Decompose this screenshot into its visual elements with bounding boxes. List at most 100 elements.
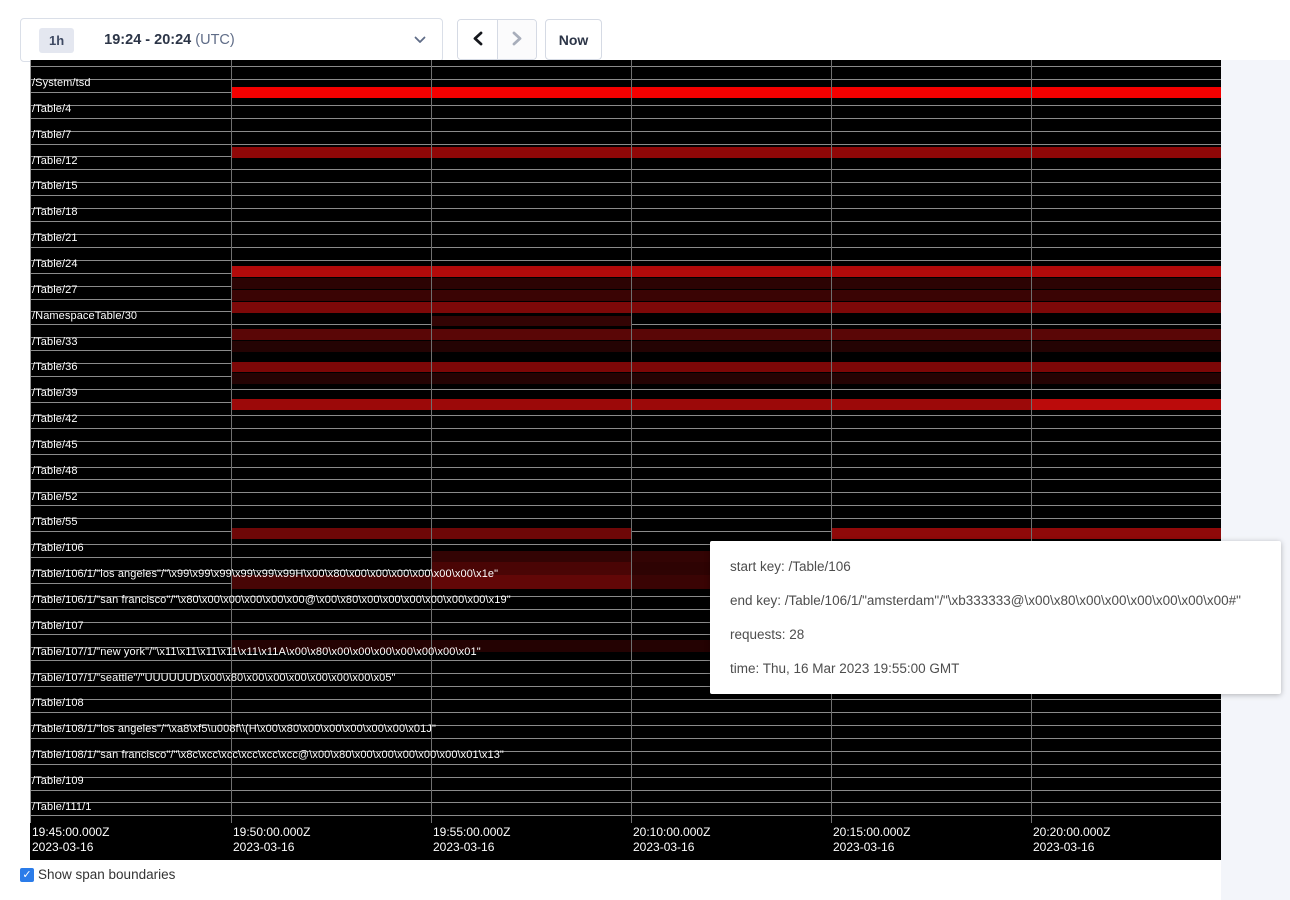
row-label: /Table/106 <box>32 542 84 554</box>
span-boundary-line <box>30 144 1221 145</box>
span-boundary-line <box>30 441 1221 442</box>
time-gridline <box>431 60 432 823</box>
row-label: /Table/7 <box>32 129 71 141</box>
span-boundary-line <box>30 79 1221 80</box>
span-boundary-line <box>30 479 1221 480</box>
span-boundary-line <box>30 428 1221 429</box>
chevron-right-icon <box>511 31 523 49</box>
span-boundaries-control: ✓ Show span boundaries <box>20 867 175 882</box>
row-label: /Table/107/1/"new york"/"\x11\x11\x11\x1… <box>32 646 481 658</box>
time-axis-tick: 19:55:00.000Z2023-03-16 <box>433 825 510 855</box>
span-boundary-line <box>30 712 1221 713</box>
row-label: /Table/21 <box>32 232 78 244</box>
span-boundary-line <box>30 764 1221 765</box>
heat-band <box>231 341 1221 352</box>
span-boundary-line <box>30 105 1221 106</box>
heat-band <box>431 551 720 562</box>
row-label: /Table/106/1/"los angeles"/"\x99\x99\x99… <box>32 568 498 580</box>
row-label: /Table/52 <box>32 491 78 503</box>
row-label: /Table/48 <box>32 465 78 477</box>
tick-time: 20:10:00.000Z <box>633 825 710 840</box>
row-label: /System/tsd <box>32 77 91 89</box>
time-axis-tick: 19:45:00.000Z2023-03-16 <box>32 825 109 855</box>
span-boundary-line <box>30 389 1221 390</box>
row-label: /Table/108/1/"los angeles"/"\xa8\xf5\u00… <box>32 723 436 735</box>
span-boundary-line <box>30 195 1221 196</box>
span-boundary-line <box>30 802 1221 803</box>
span-boundary-line <box>30 492 1221 493</box>
heat-band <box>1031 399 1221 410</box>
prev-time-button[interactable] <box>458 20 497 59</box>
span-boundary-line <box>30 454 1221 455</box>
time-gridline <box>631 60 632 823</box>
row-label: /Table/4 <box>32 103 71 115</box>
row-label: /Table/106/1/"san francisco"/"\x80\x00\x… <box>32 594 511 606</box>
row-label: /Table/108/1/"san francisco"/"\x8c\xcc\x… <box>32 749 504 761</box>
show-span-boundaries-checkbox[interactable]: ✓ <box>20 868 34 882</box>
span-boundary-line <box>30 182 1221 183</box>
span-boundary-line <box>30 738 1221 739</box>
span-boundary-line <box>30 221 1221 222</box>
key-visualizer-canvas[interactable]: /System/tsd/Table/4/Table/7/Table/12/Tab… <box>30 60 1221 860</box>
span-boundary-line <box>30 234 1221 235</box>
page-margin <box>1221 60 1290 900</box>
heat-band <box>231 329 1221 340</box>
row-label: /Table/109 <box>32 775 84 787</box>
next-time-button[interactable] <box>497 20 536 59</box>
row-label: /Table/24 <box>32 258 78 270</box>
row-label: /Table/108 <box>32 697 84 709</box>
now-button[interactable]: Now <box>545 19 602 60</box>
tooltip-time: time: Thu, 16 Mar 2023 19:55:00 GMT <box>730 652 1261 686</box>
tick-time: 19:50:00.000Z <box>233 825 310 840</box>
row-label: /Table/111/1 <box>32 801 92 813</box>
row-label: /Table/55 <box>32 516 78 528</box>
time-range-label: 19:24 - 20:24 (UTC) <box>104 32 235 48</box>
heat-band <box>231 373 1221 384</box>
row-label: /Table/42 <box>32 413 78 425</box>
duration-badge: 1h <box>39 28 74 53</box>
time-axis-tick: 20:10:00.000Z2023-03-16 <box>633 825 710 855</box>
span-boundary-line <box>30 415 1221 416</box>
time-nav-group <box>457 19 537 60</box>
row-label: /Table/15 <box>32 180 78 192</box>
span-boundary-line <box>30 169 1221 170</box>
time-gridline <box>231 60 232 823</box>
heat-band <box>231 290 1221 301</box>
tooltip-requests: requests: 28 <box>730 618 1261 652</box>
heat-band <box>831 528 1221 539</box>
hover-tooltip: start key: /Table/106 end key: /Table/10… <box>710 541 1281 694</box>
time-gridline <box>1031 60 1032 823</box>
span-boundary-line <box>30 790 1221 791</box>
span-boundary-line <box>30 131 1221 132</box>
row-label: /Table/107 <box>32 620 84 632</box>
time-axis-tick: 20:15:00.000Z2023-03-16 <box>833 825 910 855</box>
tick-date: 2023-03-16 <box>833 840 910 855</box>
span-boundary-line <box>30 777 1221 778</box>
timezone-label: (UTC) <box>195 32 234 48</box>
time-range-selector[interactable]: 1h 19:24 - 20:24 (UTC) <box>20 18 443 62</box>
row-label: /Table/39 <box>32 387 78 399</box>
tick-time: 19:55:00.000Z <box>433 825 510 840</box>
tooltip-end-key: end key: /Table/106/1/"amsterdam"/"\xb33… <box>730 584 1261 618</box>
show-span-boundaries-label: Show span boundaries <box>38 867 175 882</box>
heat-band <box>231 302 1221 313</box>
tick-time: 19:45:00.000Z <box>32 825 109 840</box>
heat-band <box>231 278 1221 289</box>
span-boundary-line <box>30 699 1221 700</box>
row-label: /Table/27 <box>32 284 78 296</box>
span-boundary-line <box>30 815 1221 816</box>
row-label: /Table/18 <box>32 206 78 218</box>
tick-time: 20:20:00.000Z <box>1033 825 1110 840</box>
tick-date: 2023-03-16 <box>32 840 109 855</box>
time-axis-tick: 20:20:00.000Z2023-03-16 <box>1033 825 1110 855</box>
time-axis-tick: 19:50:00.000Z2023-03-16 <box>233 825 310 855</box>
row-label: /Table/36 <box>32 361 78 373</box>
tick-date: 2023-03-16 <box>233 840 310 855</box>
span-boundary-line <box>30 518 1221 519</box>
span-boundary-line <box>30 118 1221 119</box>
tick-date: 2023-03-16 <box>433 840 510 855</box>
canvas-left-edge-line <box>30 60 31 823</box>
heat-band <box>231 362 1221 372</box>
tooltip-start-key: start key: /Table/106 <box>730 550 1261 584</box>
row-label: /Table/45 <box>32 439 78 451</box>
